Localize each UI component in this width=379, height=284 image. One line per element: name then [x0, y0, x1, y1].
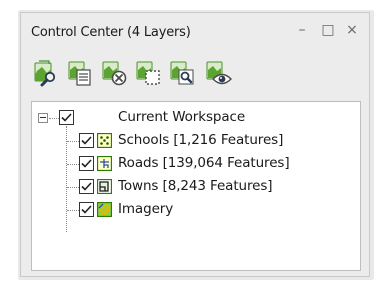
tree-connector [67, 141, 79, 142]
layer-tree[interactable]: Current Workspace Schools [1,216 Feature… [31, 101, 361, 271]
control-center-panel: Control Center (4 Layers) – □ × Current … [20, 12, 370, 277]
point-layer-icon [96, 132, 113, 149]
layer-properties-icon [68, 61, 91, 86]
layer-label-schools[interactable]: Schools [1,216 Features] [118, 132, 283, 148]
remove-layer-button[interactable] [99, 57, 131, 89]
layer-properties-button[interactable] [65, 57, 97, 89]
window-title: Control Center (4 Layers) [31, 25, 191, 40]
layer-checkbox-towns[interactable] [79, 179, 94, 194]
raster-layer-icon [96, 201, 113, 218]
tree-connector [67, 164, 79, 165]
layer-checkbox-schools[interactable] [79, 133, 94, 148]
zoom-to-layer-icon [170, 61, 194, 85]
layer-extent-button[interactable] [133, 57, 165, 89]
layer-label-imagery[interactable]: Imagery [118, 201, 173, 217]
maximize-button[interactable]: □ [319, 21, 337, 39]
layer-label-towns[interactable]: Towns [8,243 Features] [118, 178, 273, 194]
layer-label-roads[interactable]: Roads [139,064 Features] [118, 155, 290, 171]
layer-checkbox-roads[interactable] [79, 156, 94, 171]
layer-checkbox-imagery[interactable] [79, 202, 94, 217]
close-button[interactable]: × [343, 21, 361, 39]
add-layer-search-icon [34, 60, 56, 87]
view-layer-icon [206, 61, 232, 85]
remove-layer-icon [102, 61, 127, 86]
root-checkbox[interactable] [59, 110, 74, 125]
collapse-toggle[interactable] [38, 113, 48, 123]
layer-toolbar [21, 57, 369, 91]
tree-connector [67, 210, 79, 211]
minimize-button[interactable]: – [293, 21, 311, 39]
root-label[interactable]: Current Workspace [118, 109, 245, 125]
tree-connector [67, 187, 79, 188]
add-layer-search-button[interactable] [31, 57, 63, 89]
view-layer-button[interactable] [203, 57, 235, 89]
area-layer-icon [96, 178, 113, 195]
line-layer-icon [96, 155, 113, 172]
title-bar[interactable]: Control Center (4 Layers) – □ × [21, 13, 369, 49]
tree-connector [49, 118, 59, 119]
zoom-to-layer-button[interactable] [167, 57, 199, 89]
layer-extent-icon [136, 61, 160, 85]
